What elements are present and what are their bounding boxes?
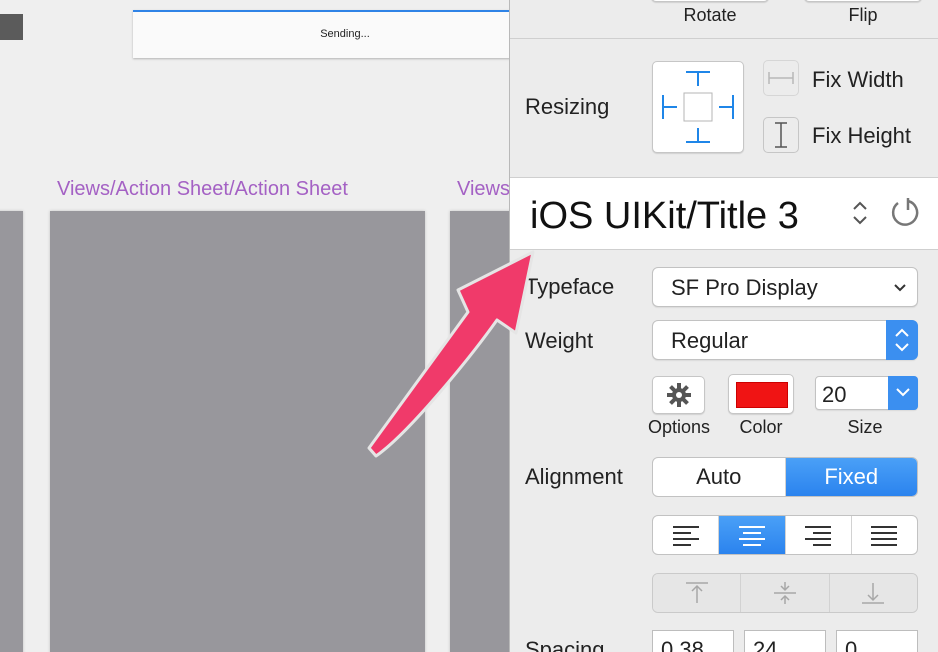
font-size-dropdown-button[interactable] — [888, 376, 918, 410]
artboard-views-partial[interactable] — [450, 211, 510, 652]
resizing-constraints-widget[interactable] — [652, 61, 744, 153]
canvas-area[interactable]: Sending... Views/Action Sheet/Action She… — [0, 0, 510, 652]
collapsed-sidebar-tab[interactable] — [0, 14, 23, 40]
flip-label: Flip — [848, 5, 878, 25]
fix-width-toggle[interactable] — [763, 60, 799, 96]
align-left-segment[interactable] — [653, 516, 720, 554]
chevron-down-icon — [894, 284, 906, 292]
reset-style-icon[interactable] — [888, 196, 920, 228]
color-label: Color — [739, 417, 783, 437]
align-center-segment[interactable] — [719, 516, 786, 554]
weight-select[interactable]: Regular — [652, 320, 918, 360]
valign-top-segment[interactable] — [653, 574, 742, 612]
rotate-button[interactable] — [651, 0, 769, 2]
color-well[interactable] — [728, 374, 794, 414]
chevron-up-down-icon[interactable] — [851, 199, 869, 227]
alignment-auto-segment[interactable]: Auto — [653, 458, 786, 496]
alignment-mode-segmented[interactable]: Auto Fixed — [652, 457, 918, 497]
inspector-panel: Rotate Flip Resizing Fix Width Fix Heigh… — [509, 0, 938, 652]
gear-icon — [667, 383, 691, 407]
artboard-left-partial[interactable] — [0, 211, 23, 652]
pin-constraints-icon — [662, 71, 734, 143]
align-middle-icon — [773, 582, 796, 604]
spacing-label: Spacing — [525, 637, 605, 652]
align-justify-segment[interactable] — [852, 516, 917, 554]
font-size-value[interactable]: 20 — [822, 382, 846, 408]
artboard-label-views[interactable]: Views — [457, 178, 510, 201]
flip-button[interactable] — [804, 0, 922, 2]
paragraph-spacing-field[interactable]: 0 — [836, 630, 918, 652]
text-style-row[interactable]: iOS UIKit/Title 3 — [510, 177, 938, 250]
fix-height-icon — [775, 122, 787, 148]
weight-label: Weight — [525, 328, 594, 353]
fix-width-label[interactable]: Fix Width — [812, 67, 904, 93]
align-bottom-icon — [862, 583, 885, 604]
fix-width-icon — [768, 72, 794, 84]
color-swatch — [736, 382, 788, 408]
artboard-action-sheet[interactable] — [50, 211, 425, 652]
valign-middle-segment[interactable] — [741, 574, 830, 612]
rotate-label: Rotate — [683, 5, 737, 25]
chevron-down-icon — [896, 388, 910, 397]
text-options-button[interactable] — [652, 376, 705, 414]
typeface-value: SF Pro Display — [671, 275, 818, 300]
line-height-value: 24 — [753, 637, 778, 652]
fix-height-label[interactable]: Fix Height — [812, 123, 911, 149]
chevron-up-down-icon — [895, 328, 909, 352]
weight-stepper[interactable] — [886, 320, 918, 360]
typeface-select[interactable]: SF Pro Display — [652, 267, 918, 307]
text-align-segmented[interactable] — [652, 515, 918, 555]
character-spacing-field[interactable]: 0.38 — [652, 630, 734, 652]
text-style-name[interactable]: iOS UIKit/Title 3 — [530, 195, 799, 238]
alignment-label: Alignment — [525, 464, 623, 489]
align-center-icon — [738, 526, 765, 546]
valign-bottom-segment[interactable] — [829, 574, 917, 612]
size-label: Size — [847, 417, 883, 437]
resizing-label: Resizing — [525, 94, 610, 119]
weight-value: Regular — [671, 328, 749, 353]
vertical-align-segmented[interactable] — [652, 573, 918, 613]
options-label: Options — [647, 417, 711, 437]
align-right-icon — [805, 526, 832, 546]
paragraph-spacing-value: 0 — [845, 637, 858, 652]
alignment-fixed-segment[interactable]: Fixed — [785, 458, 917, 496]
sending-text: Sending... — [320, 28, 370, 40]
fix-height-toggle[interactable] — [763, 117, 799, 153]
artboard-label-action-sheet[interactable]: Views/Action Sheet/Action Sheet — [57, 178, 348, 201]
align-justify-icon — [871, 526, 898, 546]
divider — [510, 38, 938, 39]
align-left-icon — [672, 526, 699, 546]
align-top-icon — [685, 582, 708, 603]
align-right-segment[interactable] — [786, 516, 852, 554]
sending-toast: Sending... — [133, 10, 510, 58]
character-spacing-value: 0.38 — [661, 637, 704, 652]
font-size-combo[interactable]: 20 — [815, 376, 918, 410]
typeface-label: Typeface — [525, 274, 615, 299]
line-height-field[interactable]: 24 — [744, 630, 826, 652]
